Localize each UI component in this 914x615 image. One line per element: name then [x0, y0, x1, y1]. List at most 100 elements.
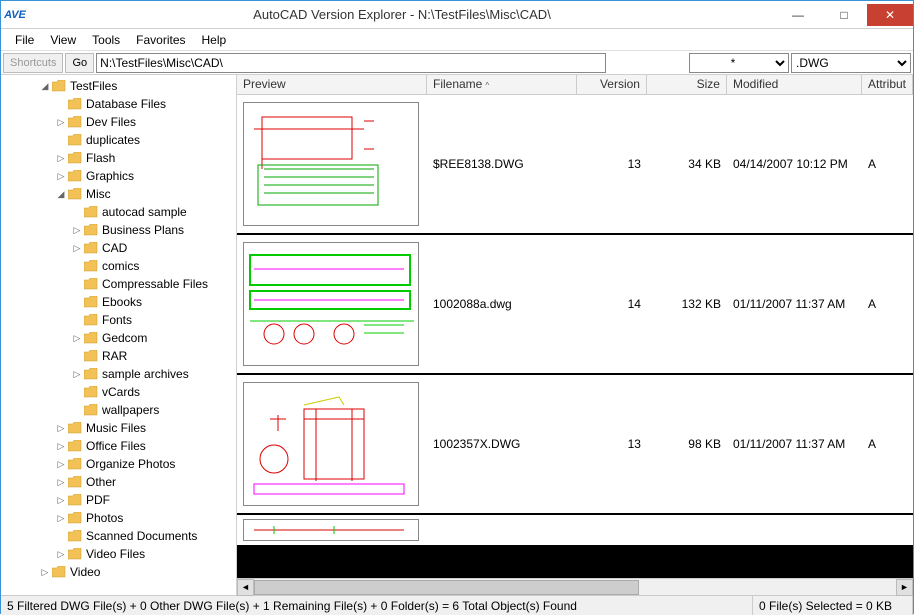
close-button[interactable]: ✕: [867, 4, 913, 26]
expander-icon[interactable]: ▷: [55, 441, 67, 452]
col-version[interactable]: Version: [577, 75, 647, 94]
col-size[interactable]: Size: [647, 75, 727, 94]
folder-icon: [67, 475, 83, 489]
tree-node[interactable]: ▷ Other: [1, 473, 236, 491]
minimize-button[interactable]: —: [775, 4, 821, 26]
table-row[interactable]: 1002357X.DWG1398 KB01/11/2007 11:37 AMA: [237, 375, 913, 515]
tree-node[interactable]: vCards: [1, 383, 236, 401]
expander-icon[interactable]: ◢: [55, 189, 67, 200]
expander-icon[interactable]: ▷: [55, 171, 67, 182]
tree-node[interactable]: ▷Office Files: [1, 437, 236, 455]
tree-node[interactable]: ▷ PDF: [1, 491, 236, 509]
tree-node[interactable]: Database Files: [1, 95, 236, 113]
cell-version: 14: [577, 293, 647, 315]
table-row[interactable]: 1002088a.dwg14132 KB01/11/2007 11:37 AMA: [237, 235, 913, 375]
tree-node[interactable]: ◢TestFiles: [1, 77, 236, 95]
tree-node[interactable]: ▷Photos: [1, 509, 236, 527]
folder-icon: [83, 313, 99, 327]
cell-modified: 01/11/2007 11:37 AM: [727, 433, 862, 455]
tree-node[interactable]: Scanned Documents: [1, 527, 236, 545]
menu-file[interactable]: File: [7, 31, 42, 49]
folder-icon: [67, 493, 83, 507]
expander-icon[interactable]: ▷: [39, 567, 51, 578]
list-body[interactable]: $REE8138.DWG1334 KB04/14/2007 10:12 PMA1…: [237, 95, 913, 578]
col-attributes[interactable]: Attribut: [862, 75, 913, 94]
expander-icon[interactable]: ▷: [55, 423, 67, 434]
menu-tools[interactable]: Tools: [84, 31, 128, 49]
tree-node[interactable]: wallpapers: [1, 401, 236, 419]
folder-icon: [83, 205, 99, 219]
col-modified[interactable]: Modified: [727, 75, 862, 94]
tree-label: Other: [86, 475, 116, 489]
content: ◢TestFilesDatabase Files▷Dev Filesduplic…: [1, 75, 913, 595]
tree-node[interactable]: ◢Misc: [1, 185, 236, 203]
tree-label: RAR: [102, 349, 127, 363]
go-button[interactable]: Go: [65, 53, 94, 73]
tree-label: autocad sample: [102, 205, 187, 219]
expander-icon[interactable]: ▷: [55, 117, 67, 128]
tree-node[interactable]: ▷CAD: [1, 239, 236, 257]
tree-node[interactable]: ▷Flash: [1, 149, 236, 167]
tree-label: PDF: [86, 493, 110, 507]
menu-favorites[interactable]: Favorites: [128, 31, 193, 49]
expander-icon[interactable]: ▷: [55, 477, 67, 488]
folder-icon: [67, 151, 83, 165]
cell-filename: $REE8138.DWG: [427, 153, 577, 175]
tree-label: vCards: [102, 385, 140, 399]
tree-node[interactable]: Ebooks: [1, 293, 236, 311]
cad-thumbnail: [243, 382, 419, 506]
menu-help[interactable]: Help: [194, 31, 235, 49]
shortcuts-button[interactable]: Shortcuts: [3, 53, 63, 73]
expander-icon[interactable]: ▷: [55, 459, 67, 470]
tree-node[interactable]: ▷sample archives: [1, 365, 236, 383]
tree-label: comics: [102, 259, 139, 273]
cell-attributes: A: [862, 433, 913, 455]
table-row[interactable]: $REE8138.DWG1334 KB04/14/2007 10:12 PMA: [237, 95, 913, 235]
tree-node[interactable]: comics: [1, 257, 236, 275]
expander-icon[interactable]: ▷: [71, 225, 83, 236]
tree-label: Video: [70, 565, 100, 579]
tree-node[interactable]: Fonts: [1, 311, 236, 329]
tree-node[interactable]: ▷Graphics: [1, 167, 236, 185]
sort-asc-icon: ^: [485, 81, 489, 90]
cell-preview: [237, 98, 427, 230]
expander-icon[interactable]: ▷: [71, 369, 83, 380]
expander-icon[interactable]: ▷: [71, 243, 83, 254]
expander-icon[interactable]: ▷: [55, 513, 67, 524]
status-selection: 0 File(s) Selected = 0 KB: [753, 596, 913, 615]
path-input[interactable]: [96, 53, 606, 73]
file-listview: Preview Filename^ Version Size Modified …: [237, 75, 913, 595]
filter-wildcard-select[interactable]: *: [689, 53, 789, 73]
col-preview[interactable]: Preview: [237, 75, 427, 94]
expander-icon[interactable]: ▷: [55, 549, 67, 560]
scroll-right-icon[interactable]: ►: [896, 579, 913, 596]
scroll-left-icon[interactable]: ◄: [237, 579, 254, 596]
tree-label: Music Files: [86, 421, 146, 435]
tree-node[interactable]: ▷Dev Files: [1, 113, 236, 131]
table-row[interactable]: [237, 515, 913, 547]
expander-icon[interactable]: ▷: [71, 333, 83, 344]
scroll-track[interactable]: [254, 579, 896, 596]
tree-node[interactable]: ▷ Business Plans: [1, 221, 236, 239]
tree-node[interactable]: ▷Organize Photos: [1, 455, 236, 473]
tree-node[interactable]: ▷Video Files: [1, 545, 236, 563]
tree-node[interactable]: RAR: [1, 347, 236, 365]
tree-node[interactable]: duplicates: [1, 131, 236, 149]
filter-extension-select[interactable]: .DWG: [791, 53, 911, 73]
col-filename[interactable]: Filename^: [427, 75, 577, 94]
tree-node[interactable]: ▷Gedcom: [1, 329, 236, 347]
expander-icon[interactable]: ▷: [55, 153, 67, 164]
expander-icon[interactable]: ◢: [39, 81, 51, 92]
tree-node[interactable]: ▷ Video: [1, 563, 236, 581]
horizontal-scrollbar[interactable]: ◄ ►: [237, 578, 913, 595]
scroll-thumb[interactable]: [254, 580, 639, 595]
tree-node[interactable]: Compressable Files: [1, 275, 236, 293]
tree-node[interactable]: autocad sample: [1, 203, 236, 221]
maximize-button[interactable]: □: [821, 4, 867, 26]
tree-node[interactable]: ▷ Music Files: [1, 419, 236, 437]
tree-label: Business Plans: [102, 223, 184, 237]
folder-icon: [83, 331, 99, 345]
folder-tree[interactable]: ◢TestFilesDatabase Files▷Dev Filesduplic…: [1, 75, 237, 595]
menu-view[interactable]: View: [42, 31, 84, 49]
expander-icon[interactable]: ▷: [55, 495, 67, 506]
